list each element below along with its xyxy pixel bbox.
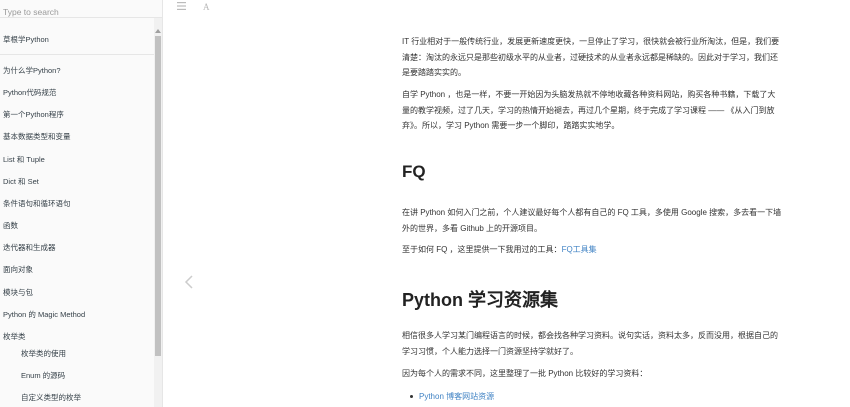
blog-resources-link[interactable]: Python 博客网站资源 [419, 392, 494, 401]
paragraph-fq-tools: 至于如何 FQ ，这里提供一下我用过的工具：FQ工具集 [402, 242, 842, 258]
chevron-left-icon[interactable] [183, 274, 195, 290]
paragraph-line: IT 行业相对于一般传统行业，发展更新速度更快，一旦停止了学习，很快就会被行业所… [402, 37, 780, 46]
sidebar-item-list-tuple[interactable]: List 和 Tuple [0, 155, 51, 165]
sidebar-item-data-types[interactable]: 基本数据类型和变量 [0, 132, 77, 142]
paragraph-line: 自学 Python ，也是一样，不要一开始因为头脑发热就不停地收藏各种资料网站，… [402, 90, 776, 99]
paragraph-line: 学习习惯，个人能力选择一门资源坚持学就好了。 [402, 347, 578, 356]
scroll-up-arrow-icon[interactable] [155, 29, 161, 33]
sidebar-item-enum[interactable]: 枚举类 [0, 332, 32, 342]
font-settings-icon[interactable]: A [203, 2, 210, 12]
sidebar-scrollbar-thumb[interactable] [155, 36, 161, 356]
sidebar-item-conditions-loops[interactable]: 条件语句和循环语句 [0, 199, 77, 209]
list-item: Python 博客网站资源 [410, 391, 494, 402]
sidebar-item-iterators[interactable]: 迭代器和生成器 [0, 243, 62, 253]
sidebar-item-dict-set[interactable]: Dict 和 Set [0, 177, 45, 187]
sidebar-item-cgxpython[interactable]: 草根学Python [0, 35, 55, 45]
sidebar-item-magic-method[interactable]: Python 的 Magic Method [0, 310, 91, 320]
sidebar-item-code-style[interactable]: Python代码规范 [0, 88, 62, 98]
bullet-icon [410, 395, 413, 399]
sidebar-item-functions[interactable]: 函数 [0, 221, 24, 231]
heading-fq: FQ [402, 162, 426, 181]
paragraph-line: 量的教学视频，过了几天，学习的热情开始褪去，再过几个星期，终于完成了学习课程 —… [402, 106, 775, 115]
paragraph-line: 外的世界，多看 Github 上的开源项目。 [402, 224, 543, 233]
heading-resources: Python 学习资源集 [402, 290, 558, 310]
sidebar-item-enum-custom[interactable]: 自定义类型的枚举 [0, 393, 87, 403]
search-input[interactable] [3, 7, 156, 17]
paragraph-line: 清楚：淘汰的永远只是那些初级水平的从业者，过硬技术的从业者永远都是稀缺的。因此对… [402, 53, 778, 62]
menu-icon[interactable] [177, 2, 186, 12]
sidebar-divider [0, 54, 162, 55]
paragraph-line: 相信很多人学习某门编程语言的时候，都会找各种学习资料。说句实话，资料太多，反而没… [402, 331, 778, 340]
sidebar: 草根学Python 为什么学Python? Python代码规范 第一个Pyth… [0, 0, 163, 407]
sidebar-item-why-python[interactable]: 为什么学Python? [0, 66, 67, 76]
paragraph-line: 是要踏踏实实的。 [402, 68, 466, 77]
fq-tools-link[interactable]: FQ工具集 [562, 245, 597, 254]
sidebar-item-first-program[interactable]: 第一个Python程序 [0, 110, 70, 120]
sidebar-item-enum-source[interactable]: Enum 的源码 [0, 371, 71, 381]
sidebar-item-oop[interactable]: 面向对象 [0, 265, 39, 275]
sidebar-item-modules[interactable]: 模块与包 [0, 288, 39, 298]
sidebar-item-enum-usage[interactable]: 枚举类的使用 [0, 349, 72, 359]
paragraph-line: 因为每个人的需求不同，这里整理了一批 Python 比较好的学习资料： [402, 369, 648, 378]
paragraph-text: 至于如何 FQ ，这里提供一下我用过的工具： [402, 245, 562, 254]
paragraph-line: 弃》。所以，学习 Python 需要一步一个脚印，踏踏实实地学。 [402, 121, 620, 130]
search-box [0, 0, 162, 18]
paragraph-line: 在讲 Python 如何入门之前，个人建议最好每个人都有自己的 FQ 工具，多使… [402, 208, 782, 217]
